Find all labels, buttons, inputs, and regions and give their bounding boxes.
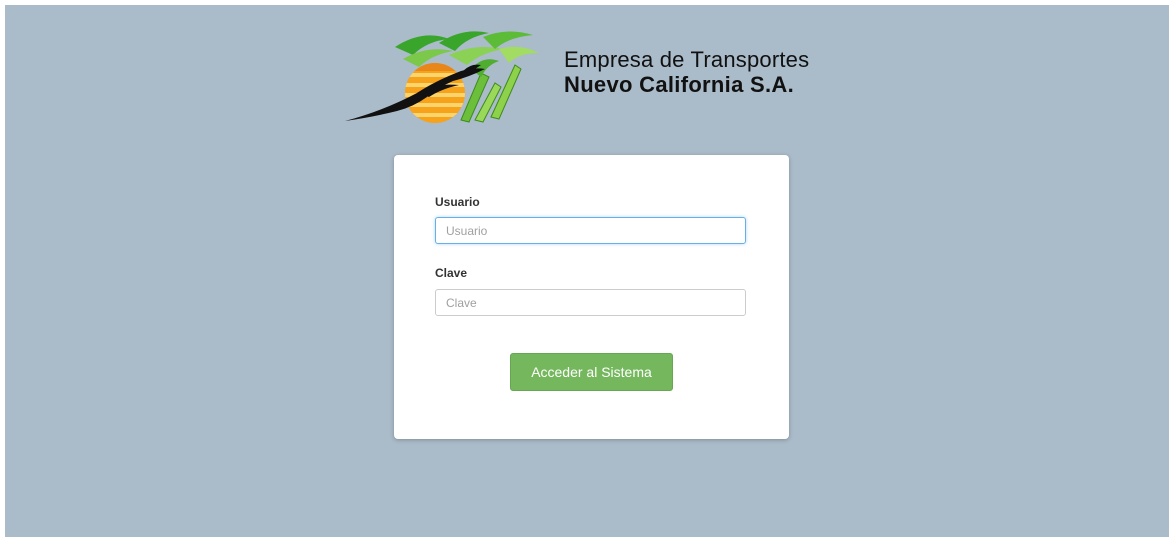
brand-header: Empresa de Transportes Nuevo California … [343, 25, 863, 130]
login-card: Usuario Clave Acceder al Sistema [394, 155, 789, 439]
password-input[interactable] [435, 289, 746, 316]
login-page: Empresa de Transportes Nuevo California … [5, 5, 1169, 537]
company-name-line1: Empresa de Transportes [564, 47, 810, 72]
company-name: Empresa de Transportes Nuevo California … [564, 47, 809, 97]
password-label: Clave [435, 266, 468, 280]
company-logo [345, 31, 539, 123]
login-button[interactable]: Acceder al Sistema [510, 353, 673, 391]
username-label: Usuario [435, 195, 480, 209]
username-input[interactable] [435, 217, 746, 244]
company-name-line2: Nuevo California S.A. [564, 72, 795, 97]
